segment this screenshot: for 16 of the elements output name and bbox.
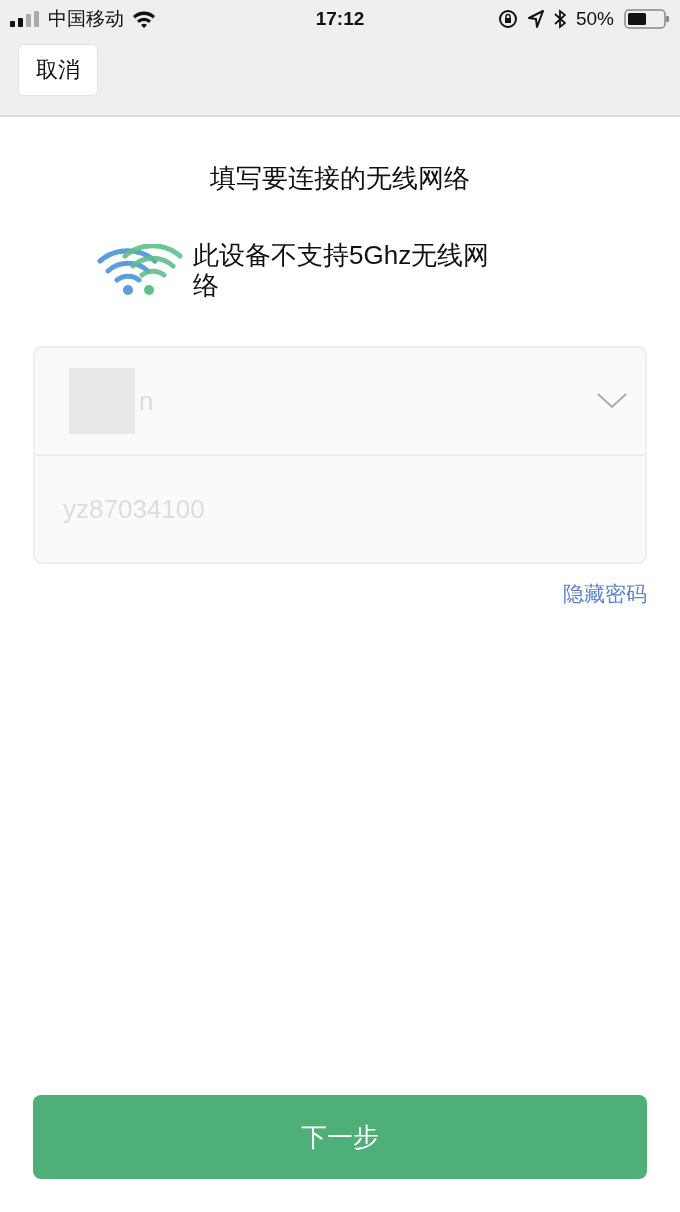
carrier-name: 中国移动 bbox=[48, 7, 124, 31]
cancel-button[interactable]: 取消 bbox=[18, 43, 98, 96]
battery-percent: 50% bbox=[576, 8, 614, 30]
next-button[interactable]: 下一步 bbox=[33, 1095, 647, 1179]
bluetooth-icon bbox=[554, 9, 566, 29]
location-icon bbox=[528, 10, 544, 28]
clock-time: 17:12 bbox=[315, 8, 365, 30]
hide-password-link[interactable]: 隐藏密码 bbox=[563, 580, 647, 608]
signal-icon bbox=[10, 11, 40, 27]
wifi-icon bbox=[132, 10, 156, 28]
rotation-lock-icon bbox=[498, 9, 518, 29]
notice-text: 此设备不支持5Ghz无线网络 bbox=[193, 240, 491, 300]
wifi-icon bbox=[97, 244, 183, 296]
page-title: 填写要连接的无线网络 bbox=[209, 162, 471, 195]
chevron-down-icon bbox=[597, 393, 627, 409]
battery-icon bbox=[624, 9, 670, 29]
